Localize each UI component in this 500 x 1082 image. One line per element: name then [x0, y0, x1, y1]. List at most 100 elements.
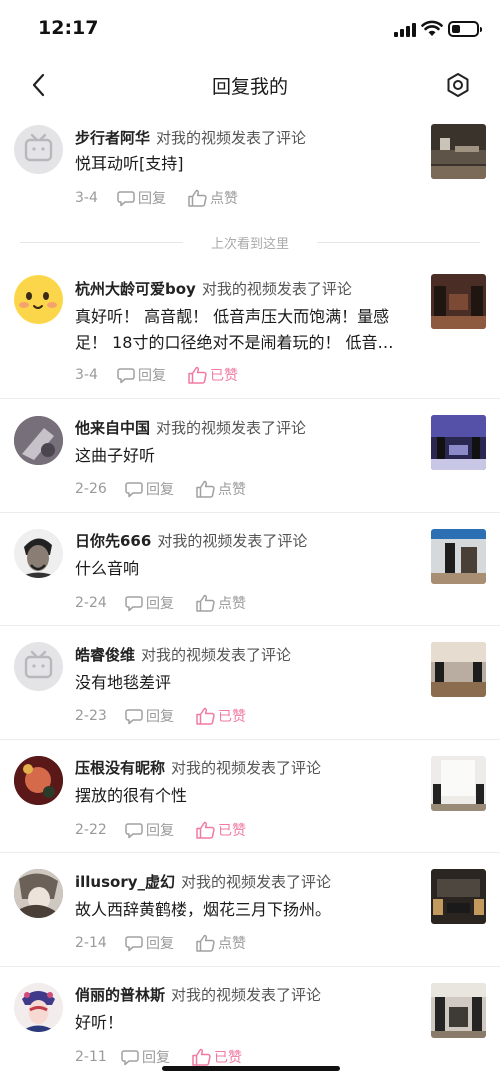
like-button[interactable]: 点赞	[188, 188, 238, 208]
battery-icon	[448, 21, 482, 37]
comment-icon	[125, 481, 143, 497]
status-time: 12:17	[38, 17, 99, 39]
list-item[interactable]: 俏丽的普林斯 对我的视频发表了评论 好听！ 2-11 回复 已赞	[0, 967, 500, 1080]
video-thumbnail[interactable]	[431, 642, 486, 697]
list-item[interactable]: 步行者阿华 对我的视频发表了评论 悦耳动听[支持] 3-4 回复 点赞	[0, 110, 500, 220]
user-name[interactable]: 步行者阿华	[75, 129, 150, 147]
list-item[interactable]: 压根没有昵称 对我的视频发表了评论 摆放的很有个性 2-22 回复 已赞	[0, 740, 500, 853]
comment-icon	[121, 1049, 139, 1065]
reply-label: 回复	[142, 1050, 170, 1066]
video-thumbnail[interactable]	[431, 756, 486, 811]
meta-row: 2-14 回复 点赞	[75, 933, 268, 953]
meta-row: 2-26 回复 点赞	[75, 479, 268, 499]
tv-placeholder-icon	[24, 133, 53, 162]
like-button[interactable]: 已赞	[196, 706, 246, 726]
avatar[interactable]	[14, 756, 63, 805]
date: 2-11	[75, 1049, 107, 1065]
user-name[interactable]: 皓睿俊维	[75, 646, 135, 664]
video-thumbnail[interactable]	[431, 983, 486, 1038]
user-name[interactable]: 他来自中国	[75, 419, 150, 437]
reply-button[interactable]: 回复	[121, 1047, 170, 1067]
comment-text[interactable]: 真好听！ 高音靓！ 低音声压大而饱满！量感足！ 18寸的口径绝对不是闹着玩的！ …	[75, 304, 420, 356]
liked-label: 已赞	[218, 709, 246, 725]
meta-row: 2-11 回复 已赞	[75, 1047, 264, 1067]
date: 2-26	[75, 481, 107, 497]
reply-button[interactable]: 回复	[125, 479, 174, 499]
list-item[interactable]: 他来自中国 对我的视频发表了评论 这曲子好听 2-26 回复 点赞	[0, 399, 500, 513]
comment-text[interactable]: 什么音响	[75, 556, 420, 582]
like-button[interactable]: 已赞	[188, 365, 238, 385]
video-thumbnail[interactable]	[431, 529, 486, 584]
video-thumbnail[interactable]	[431, 869, 486, 924]
reply-label: 回复	[138, 368, 166, 384]
name-line: 杭州大龄可爱boy 对我的视频发表了评论	[75, 278, 352, 299]
liked-label: 已赞	[210, 368, 238, 384]
reply-label: 回复	[138, 191, 166, 207]
video-thumbnail[interactable]	[431, 415, 486, 470]
meta-row: 3-4 回复 点赞	[75, 188, 260, 208]
comment-text[interactable]: 没有地毯差评	[75, 670, 420, 696]
comment-icon	[125, 935, 143, 951]
action-text: 对我的视频发表了评论	[171, 759, 322, 777]
user-name[interactable]: 压根没有昵称	[75, 759, 165, 777]
list-item[interactable]: illusory_虚幻 对我的视频发表了评论 故人西辞黄鹤楼，烟花三月下扬州。 2…	[0, 853, 500, 967]
date: 3-4	[75, 367, 98, 383]
video-thumbnail[interactable]	[431, 274, 486, 329]
settings-button[interactable]	[442, 69, 474, 101]
avatar[interactable]	[14, 983, 63, 1032]
list-item[interactable]: 日你先666 对我的视频发表了评论 什么音响 2-24 回复 点赞	[0, 513, 500, 626]
reply-button[interactable]: 回复	[117, 188, 166, 208]
comment-text[interactable]: 悦耳动听[支持]	[75, 151, 420, 177]
comment-text[interactable]: 好听！	[75, 1010, 420, 1036]
user-name[interactable]: 俏丽的普林斯	[75, 986, 165, 1004]
date: 2-23	[75, 708, 107, 724]
action-text: 对我的视频发表了评论	[156, 419, 307, 437]
list-item[interactable]: 杭州大龄可爱boy 对我的视频发表了评论 真好听！ 高音靓！ 低音声压大而饱满！量…	[0, 266, 500, 399]
avatar[interactable]	[14, 529, 63, 578]
avatar[interactable]	[14, 125, 63, 174]
thumb-up-icon	[192, 1048, 211, 1066]
list-item[interactable]: 皓睿俊维 对我的视频发表了评论 没有地毯差评 2-23 回复 已赞	[0, 626, 500, 740]
video-thumbnail[interactable]	[431, 124, 486, 179]
signal-icon	[394, 23, 416, 37]
avatar[interactable]	[14, 416, 63, 465]
action-text: 对我的视频发表了评论	[157, 532, 308, 550]
reply-button[interactable]: 回复	[125, 820, 174, 840]
avatar[interactable]	[14, 275, 63, 324]
user-name[interactable]: 杭州大龄可爱boy	[75, 280, 196, 298]
thumb-up-icon	[188, 189, 207, 207]
comment-text[interactable]: 这曲子好听	[75, 443, 420, 469]
like-button[interactable]: 已赞	[196, 820, 246, 840]
meta-row: 2-24 回复 点赞	[75, 593, 268, 613]
gear-icon	[447, 73, 469, 97]
photo-avatar	[14, 416, 63, 465]
comment-text[interactable]: 摆放的很有个性	[75, 783, 420, 809]
reply-label: 回复	[146, 823, 174, 839]
home-indicator	[162, 1066, 340, 1071]
reply-button[interactable]: 回复	[125, 593, 174, 613]
like-button[interactable]: 已赞	[192, 1047, 242, 1067]
name-line: 步行者阿华 对我的视频发表了评论	[75, 127, 306, 148]
reply-button[interactable]: 回复	[125, 706, 174, 726]
name-line: 皓睿俊维 对我的视频发表了评论	[75, 644, 291, 665]
like-button[interactable]: 点赞	[196, 933, 246, 953]
user-name[interactable]: 日你先666	[75, 532, 151, 550]
name-line: illusory_虚幻 对我的视频发表了评论	[75, 871, 331, 892]
reply-button[interactable]: 回复	[125, 933, 174, 953]
reply-button[interactable]: 回复	[117, 365, 166, 385]
like-label: 点赞	[210, 191, 238, 207]
name-line: 压根没有昵称 对我的视频发表了评论	[75, 757, 321, 778]
anime-avatar	[14, 869, 63, 918]
user-name[interactable]: illusory_虚幻	[75, 873, 175, 891]
thumb-up-icon	[196, 594, 215, 612]
like-button[interactable]: 点赞	[196, 479, 246, 499]
portrait-avatar	[14, 529, 63, 578]
opera-avatar	[14, 983, 63, 1032]
action-text: 对我的视频发表了评论	[201, 280, 352, 298]
like-button[interactable]: 点赞	[196, 593, 246, 613]
thumb-up-icon	[196, 480, 215, 498]
comment-text[interactable]: 故人西辞黄鹤楼，烟花三月下扬州。	[75, 897, 420, 923]
avatar[interactable]	[14, 642, 63, 691]
date: 3-4	[75, 190, 98, 206]
avatar[interactable]	[14, 869, 63, 918]
